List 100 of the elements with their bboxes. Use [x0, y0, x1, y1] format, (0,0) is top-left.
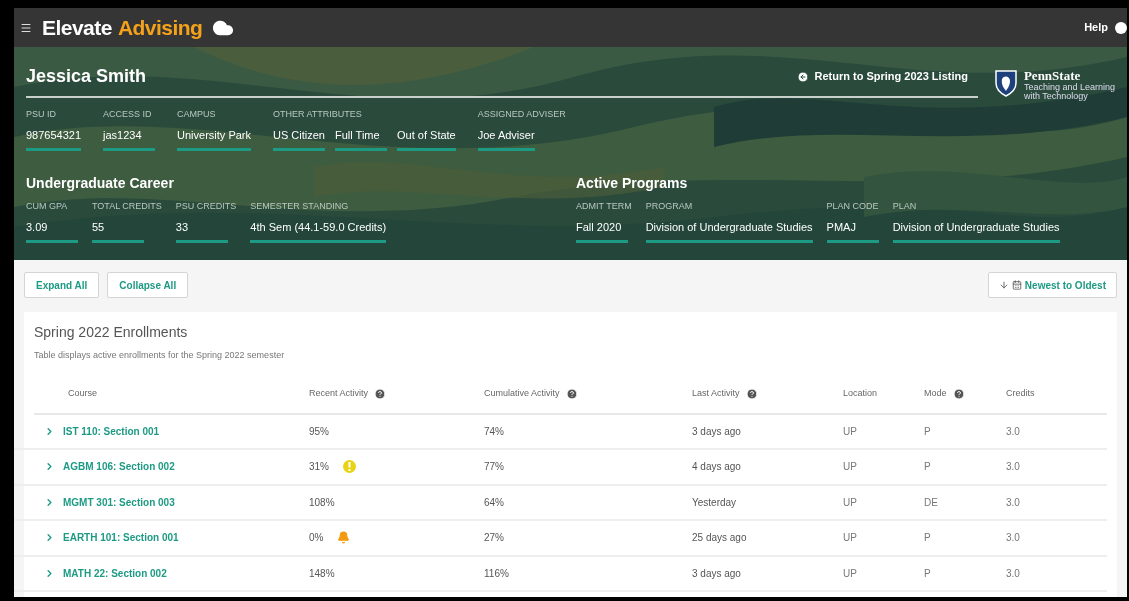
field-label: PSU ID — [26, 108, 57, 121]
field-label: TOTAL CREDITS — [92, 200, 162, 213]
menu-icon[interactable] — [20, 21, 32, 34]
table-cell-text: 64% — [483, 495, 505, 510]
help-link[interactable]: Help — [1084, 19, 1108, 36]
expand-icon[interactable] — [44, 496, 55, 508]
table-cell-text: 3.0 — [1005, 424, 1021, 439]
table-cell-text: UP — [842, 531, 858, 546]
field-label: ASSIGNED ADVISER — [477, 108, 566, 121]
table-row[interactable]: EARTH 101: Section 001 0% 27% 25 days ago UP P 3.0 — [14, 521, 1107, 557]
field-value: 4th Sem (44.1-59.0 Credits) — [250, 218, 387, 243]
section-title: Active Programs — [576, 174, 689, 193]
return-link[interactable]: Return to Spring 2023 Listing — [796, 68, 968, 85]
column-header: Recent Activity — [309, 386, 369, 400]
table-cell-text: UP — [842, 495, 858, 510]
table-row[interactable]: IST 110: Section 001 95% 74% 3 days ago UP P 3.0 — [14, 414, 1107, 450]
field-label: PLAN — [892, 200, 918, 213]
table-cell-text: UP — [842, 424, 858, 439]
table-cell-text: P — [923, 531, 932, 546]
course-link[interactable]: MGMT 301: Section 003 — [63, 494, 175, 510]
calendar-icon — [1011, 280, 1022, 290]
table-cell-text: UP — [842, 566, 858, 581]
field-value: Division of Undergraduate Studies — [645, 218, 813, 243]
course-link[interactable]: IST 110: Section 001 — [63, 423, 160, 439]
warning-icon — [343, 460, 356, 474]
logo-subtitle: with Technology — [1023, 92, 1088, 102]
field-value: Joe Adviser — [477, 126, 535, 151]
course-link[interactable]: AGBM 106: Section 002 — [63, 459, 175, 475]
table-title: Spring 2022 Enrollments — [34, 323, 189, 342]
field-value: 987654321 — [26, 126, 82, 151]
table-cell-text: 3 days ago — [691, 424, 742, 439]
table-cell-text: P — [923, 424, 932, 439]
help-icon[interactable] — [565, 387, 578, 400]
field-value: jas1234 — [103, 126, 156, 151]
table-row[interactable]: MGMT 301: Section 003 108% 64% Yesterday UP DE 3.0 — [14, 485, 1107, 521]
table-cell-text: 3.0 — [1005, 495, 1021, 510]
table-cell-text: Yesterday — [691, 495, 738, 510]
field-value: Fall 2020 — [576, 218, 628, 243]
table-cell-text: 3.0 — [1005, 566, 1021, 581]
app-title: Advising — [117, 14, 203, 41]
table-cell-text: 95% — [309, 424, 329, 439]
field-label: PSU CREDITS — [175, 200, 237, 213]
field-label: CAMPUS — [177, 108, 217, 121]
table-row[interactable]: AGBM 106: Section 002 31% 77% 4 days ago UP P 3.0 — [14, 450, 1107, 486]
field-label: OTHER ATTRIBUTES — [273, 108, 363, 121]
table-cell-text: 148% — [309, 566, 335, 581]
student-name: Jessica Smith — [26, 65, 147, 88]
field-label: PROGRAM — [645, 200, 694, 213]
table-cell-text: 3.0 — [1005, 531, 1021, 546]
column-header: Cumulative Activity — [484, 386, 560, 400]
field-label: PLAN CODE — [826, 200, 879, 213]
field-value: PMAJ — [826, 218, 879, 243]
table-cell-text: P — [923, 566, 932, 581]
table-subtitle: Table displays active enrollments for the Spring 2022 semester — [34, 349, 286, 362]
help-icon[interactable] — [952, 387, 965, 400]
table-cell-text: P — [923, 460, 932, 475]
table-cell-text: DE — [923, 495, 939, 510]
column-header: Location — [843, 386, 878, 400]
expand-all-button[interactable]: Expand All — [24, 272, 100, 298]
column-header: Course — [68, 386, 97, 400]
field-value: 55 — [92, 218, 144, 243]
field-label: ACCESS ID — [103, 108, 153, 121]
field-label: ADMIT TERM — [576, 200, 632, 213]
table-cell-text: 4 days ago — [691, 460, 742, 475]
logo-name: PennState — [1023, 69, 1082, 83]
table-cell-text: 31% — [309, 460, 329, 475]
help-icon[interactable] — [1115, 21, 1127, 34]
table-cell-text: 25 days ago — [691, 531, 748, 546]
table-cell-text: 74% — [483, 424, 505, 439]
course-link[interactable]: EARTH 101: Section 001 — [63, 530, 179, 546]
column-header: Credits — [1006, 386, 1035, 400]
app-title: Elevate — [42, 14, 112, 41]
field-value: Out of State — [397, 126, 456, 151]
field-label: CUM GPA — [26, 200, 69, 213]
field-value: 33 — [175, 218, 228, 243]
field-label: SEMESTER STANDING — [250, 200, 350, 213]
field-value: 3.09 — [26, 218, 78, 243]
help-icon[interactable] — [745, 387, 758, 400]
table-cell-text: UP — [842, 460, 858, 475]
table-cell-text: 27% — [483, 531, 505, 546]
field-value: University Park — [177, 126, 252, 151]
section-title: Undergraduate Career — [26, 174, 175, 193]
expand-icon[interactable] — [44, 567, 55, 579]
collapse-all-button[interactable]: Collapse All — [107, 272, 189, 298]
sort-button[interactable]: Newest to Oldest — [987, 272, 1117, 298]
table-cell-text: 108% — [309, 495, 335, 510]
expand-icon[interactable] — [44, 425, 55, 437]
field-value: Full Time — [335, 126, 388, 151]
table-row[interactable]: MATH 22: Section 002 148% 116% 3 days ago UP P 3.0 — [14, 556, 1107, 592]
column-header: Mode — [924, 386, 947, 400]
expand-icon[interactable] — [44, 532, 55, 544]
table-cell-text: 3 days ago — [691, 566, 742, 581]
table-cell-text: 116% — [483, 566, 510, 581]
table-cell-text: 0% — [309, 531, 324, 546]
logo-subtitle: Teaching and Learning — [1023, 82, 1115, 93]
course-link[interactable]: MATH 22: Section 002 — [63, 565, 167, 581]
field-value: US Citizen — [273, 126, 326, 151]
help-icon[interactable] — [374, 387, 387, 400]
down-arrow-icon — [998, 280, 1009, 290]
expand-icon[interactable] — [44, 461, 55, 473]
